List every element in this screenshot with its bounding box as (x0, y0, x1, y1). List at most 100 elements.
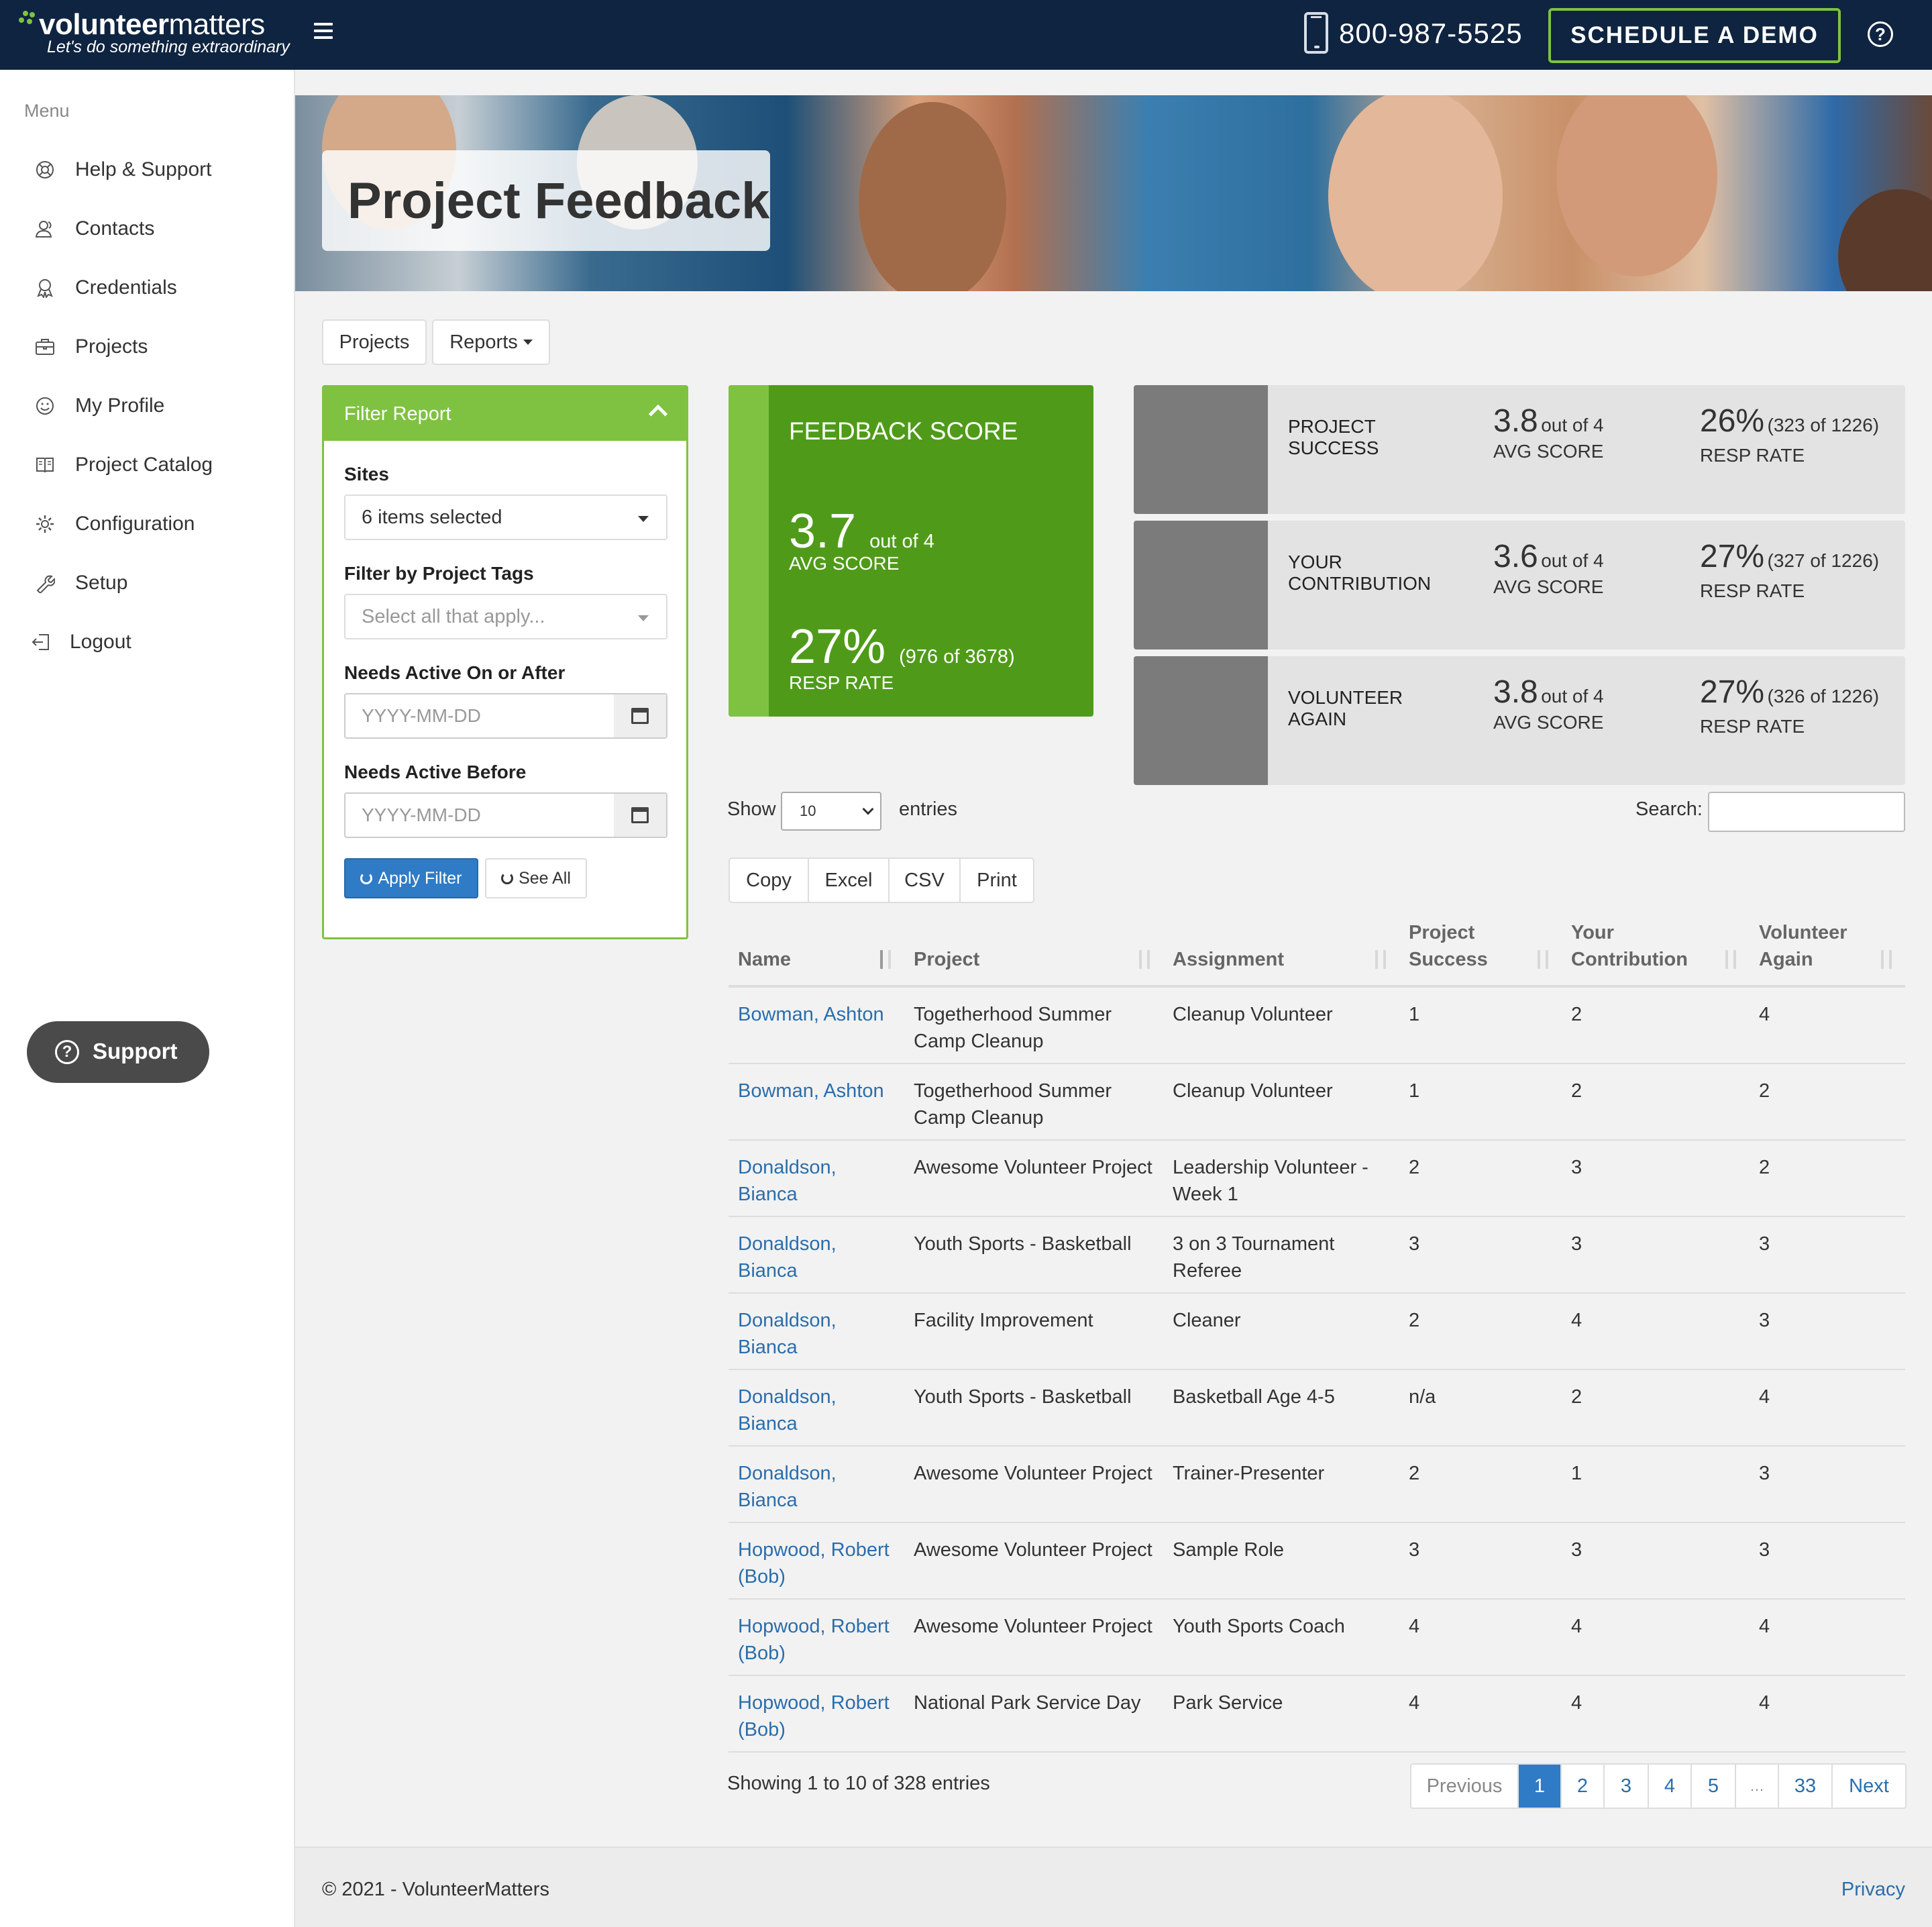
project-tags-placeholder: Select all that apply... (362, 606, 545, 627)
active-after-input[interactable] (345, 694, 615, 737)
support-button[interactable]: ? Support (27, 1021, 209, 1083)
page-5-button[interactable]: 5 (1692, 1765, 1736, 1808)
help-question-icon[interactable]: ? (1868, 21, 1893, 47)
cell-name[interactable]: Hopwood, Robert (Bob) (738, 1613, 899, 1667)
cell-your-contribution: 3 (1571, 1539, 1582, 1561)
calendar-icon[interactable] (614, 694, 666, 737)
cell-project: Togetherhood Summer Camp Cleanup (914, 1080, 1112, 1129)
cell-name[interactable]: Donaldson, Bianca (738, 1307, 899, 1361)
csv-button[interactable]: CSV (890, 859, 961, 902)
cell-name[interactable]: Hopwood, Robert (Bob) (738, 1689, 899, 1743)
cell-your-contribution: 1 (1571, 1463, 1582, 1484)
active-before-input[interactable] (345, 794, 615, 837)
page-size-select[interactable]: 10 (781, 792, 881, 831)
schedule-demo-button[interactable]: SCHEDULE A DEMO (1548, 8, 1841, 63)
privacy-link[interactable]: Privacy (1841, 1879, 1905, 1901)
see-all-button[interactable]: See All (485, 858, 587, 898)
cell-name[interactable]: Hopwood, Robert (Bob) (738, 1537, 899, 1590)
previous-page-button[interactable]: Previous (1411, 1765, 1519, 1808)
cell-name[interactable]: Bowman, Ashton (738, 1001, 899, 1028)
column-header-your-contribution[interactable]: Your Contribution (1562, 917, 1750, 985)
cell-name[interactable]: Donaldson, Bianca (738, 1231, 899, 1284)
sidebar-item-my-profile[interactable]: My Profile (0, 381, 294, 435)
calendar-icon[interactable] (614, 794, 666, 837)
active-after-label: Needs Active On or After (344, 662, 566, 683)
sidebar-item-configuration[interactable]: Configuration (0, 499, 294, 553)
table-row: Donaldson, Bianca Awesome Volunteer Proje… (729, 1141, 1905, 1217)
sidebar-item-contacts[interactable]: Contacts (0, 204, 294, 258)
cell-name[interactable]: Donaldson, Bianca (738, 1384, 899, 1437)
feedback-rate-caption: RESP RATE (789, 672, 894, 693)
page-title: Project Feedback (347, 172, 770, 229)
cell-project-success: n/a (1409, 1386, 1436, 1408)
cell-project-success: 2 (1409, 1157, 1420, 1178)
metric-name: PROJECT SUCCESS (1288, 416, 1379, 458)
sidebar-item-help-support[interactable]: Help & Support (0, 145, 294, 199)
table-row: Donaldson, Bianca Youth Sports - Basketba… (729, 1217, 1905, 1294)
gear-icon (36, 515, 54, 533)
filter-panel-header[interactable]: Filter Report (324, 387, 686, 441)
page-1-button[interactable]: 1 (1519, 1765, 1562, 1808)
sidebar-item-project-catalog[interactable]: Project Catalog (0, 440, 294, 494)
sidebar-item-projects[interactable]: Projects (0, 322, 294, 376)
cell-name[interactable]: Donaldson, Bianca (738, 1460, 899, 1514)
table-row: Donaldson, Bianca Youth Sports - Basketba… (729, 1370, 1905, 1447)
cell-assignment: Cleanup Volunteer (1173, 1004, 1333, 1025)
pagination-ellipsis: … (1736, 1765, 1779, 1808)
cell-project: Awesome Volunteer Project (914, 1616, 1152, 1637)
table-row: Donaldson, Bianca Awesome Volunteer Proje… (729, 1447, 1905, 1523)
metric-card-your-contribution: YOUR CONTRIBUTION 3.6 out of 4 AVG SCORE … (1134, 521, 1905, 649)
feedback-table: Name Project Assignment Project Success … (729, 917, 1905, 1753)
project-tags-select[interactable]: Select all that apply... (344, 594, 667, 639)
cell-name[interactable]: Bowman, Ashton (738, 1078, 899, 1104)
sort-icon (1878, 950, 1896, 970)
feedback-resp-rate: 27% (976 of 3678) (789, 620, 1015, 674)
caret-down-icon (523, 340, 533, 345)
cell-your-contribution: 4 (1571, 1310, 1582, 1331)
sidebar-item-label: Setup (75, 572, 128, 594)
sidebar-item-label: Configuration (75, 513, 195, 535)
chevron-up-icon[interactable] (648, 404, 668, 424)
page-4-button[interactable]: 4 (1649, 1765, 1692, 1808)
sort-icon (1723, 950, 1740, 970)
search-input[interactable] (1708, 792, 1905, 832)
sidebar-item-label: Credentials (75, 276, 177, 299)
column-header-volunteer-again[interactable]: Volunteer Again (1750, 917, 1905, 985)
cell-volunteer-again: 4 (1759, 1004, 1770, 1025)
column-header-assignment[interactable]: Assignment (1163, 917, 1399, 985)
active-before-label: Needs Active Before (344, 762, 527, 782)
column-header-project-success[interactable]: Project Success (1399, 917, 1562, 985)
tab-reports[interactable]: Reports (432, 319, 550, 365)
sidebar-item-setup[interactable]: Setup (0, 558, 294, 612)
apply-filter-label: Apply Filter (378, 868, 462, 888)
metric-resp-rate: 27% (326 of 1226) RESP RATE (1700, 674, 1880, 737)
smiley-icon (36, 397, 54, 415)
metric-name: VOLUNTEER AGAIN (1288, 687, 1403, 729)
sort-icon (1373, 950, 1390, 970)
next-page-button[interactable]: Next (1833, 1765, 1905, 1808)
table-info: Showing 1 to 10 of 328 entries (727, 1773, 990, 1794)
sidebar-item-logout[interactable]: Logout (0, 617, 294, 671)
page-3-button[interactable]: 3 (1605, 1765, 1649, 1808)
sort-icon (877, 950, 895, 970)
apply-filter-button[interactable]: Apply Filter (344, 858, 478, 898)
page-2-button[interactable]: 2 (1562, 1765, 1605, 1808)
sidebar-item-credentials[interactable]: Credentials (0, 263, 294, 317)
print-button[interactable]: Print (961, 859, 1033, 902)
copy-button[interactable]: Copy (730, 859, 809, 902)
hamburger-menu-icon[interactable] (314, 23, 333, 44)
cell-project: Awesome Volunteer Project (914, 1157, 1152, 1178)
cell-project-success: 3 (1409, 1539, 1420, 1561)
sidebar-item-label: Project Catalog (75, 454, 213, 476)
cell-assignment: Youth Sports Coach (1173, 1616, 1345, 1637)
support-label: Support (93, 1039, 178, 1063)
phone-number[interactable]: 800-987-5525 (1339, 17, 1523, 50)
sites-select[interactable]: 6 items selected (344, 494, 667, 540)
filter-panel-title: Filter Report (344, 403, 451, 425)
column-header-name[interactable]: Name (729, 917, 904, 985)
cell-name[interactable]: Donaldson, Bianca (738, 1154, 899, 1208)
tab-projects[interactable]: Projects (322, 319, 427, 365)
column-header-project[interactable]: Project (904, 917, 1163, 985)
page-33-button[interactable]: 33 (1779, 1765, 1833, 1808)
excel-button[interactable]: Excel (809, 859, 890, 902)
